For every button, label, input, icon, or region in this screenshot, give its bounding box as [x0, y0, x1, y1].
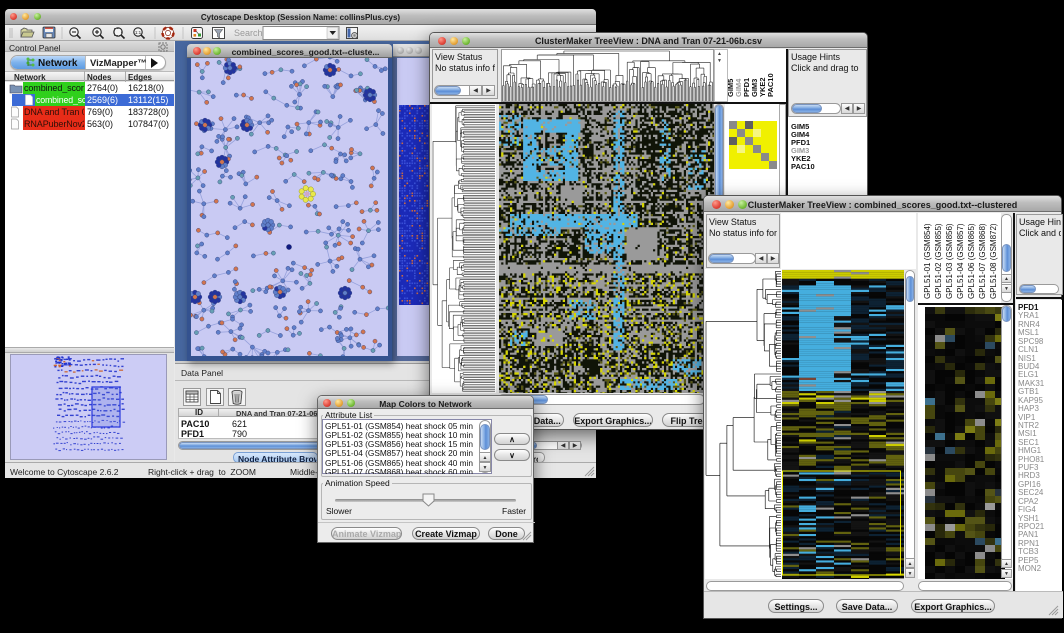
svg-text:Search:: Search: [234, 28, 265, 38]
svg-text:1:1: 1:1 [135, 30, 142, 35]
